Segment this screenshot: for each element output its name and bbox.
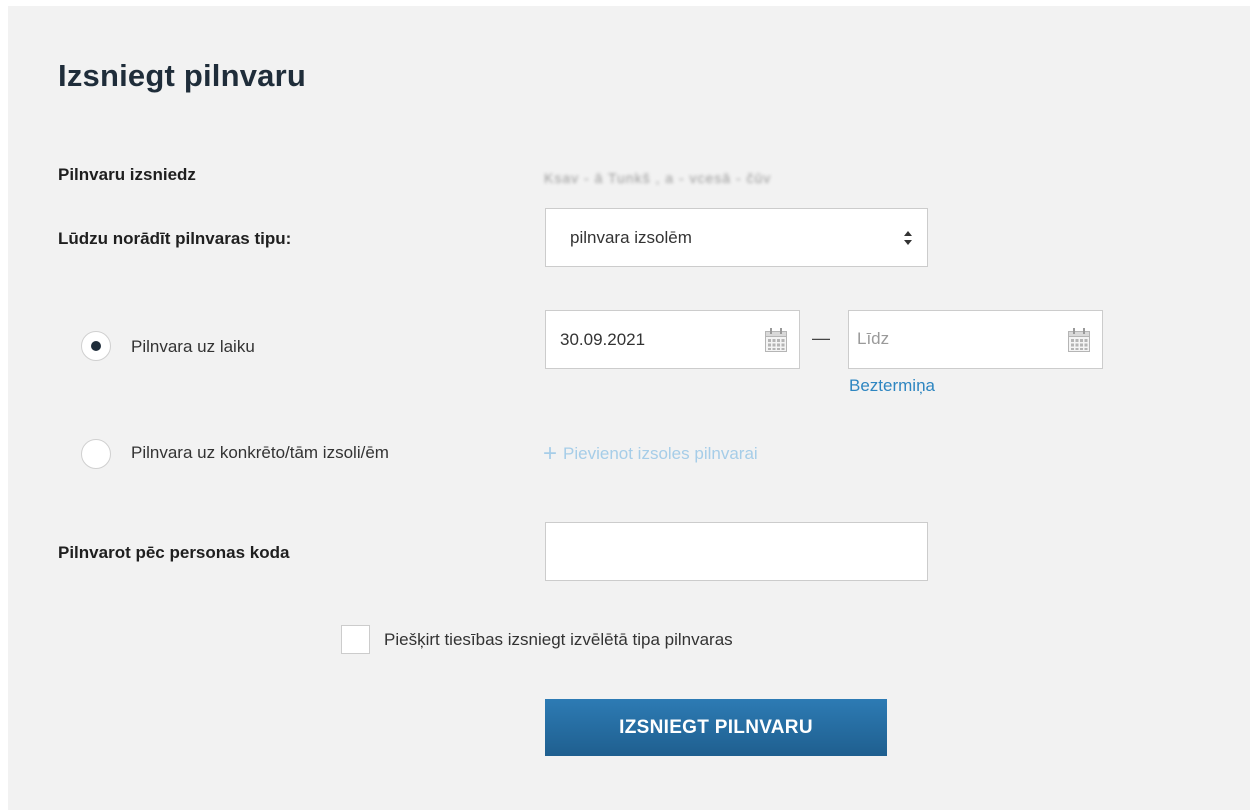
calendar-icon[interactable]	[764, 327, 788, 353]
radio-time-period-label: Pilnvara uz laiku	[131, 337, 255, 356]
page-title: Izsniegt pilnvaru	[58, 58, 306, 93]
grant-rights-checkbox-label: Piešķirt tiesības izsniegt izvēlētā tipa…	[384, 630, 733, 649]
sort-arrows-icon	[904, 231, 912, 245]
date-from-value: 30.09.2021	[560, 330, 646, 349]
plus-icon: +	[543, 440, 558, 467]
calendar-icon[interactable]	[1067, 327, 1091, 353]
date-to-field[interactable]	[848, 310, 1103, 369]
radio-selected-dot	[91, 341, 101, 351]
authorization-type-label: Lūdzu norādīt pilnvaras tipu:	[58, 229, 292, 248]
grant-rights-checkbox[interactable]	[341, 625, 370, 654]
indefinite-link[interactable]: Beztermiņa	[849, 376, 935, 396]
personal-code-input[interactable]	[545, 522, 928, 581]
date-range-separator: —	[812, 328, 830, 348]
authorization-type-selected-value: pilnvara izsolēm	[570, 228, 692, 247]
authorization-form-panel	[8, 6, 1250, 810]
date-to-input[interactable]	[857, 325, 1037, 353]
issuer-label: Pilnvaru izsniedz	[58, 165, 196, 184]
issue-authorization-button[interactable]: IZSNIEGT PILNVARU	[545, 699, 887, 756]
authorization-type-select[interactable]: pilnvara izsolēm	[545, 208, 928, 267]
radio-specific-auctions[interactable]	[81, 439, 111, 469]
radio-time-period[interactable]	[81, 331, 111, 361]
issuer-value: Ksav - ā Tunkš , a - vcesā - čūv	[544, 170, 772, 186]
add-auction-link[interactable]: + Pievienot izsoles pilnvarai	[543, 440, 758, 468]
personal-code-label: Pilnvarot pēc personas koda	[58, 543, 290, 562]
date-from-field[interactable]: 30.09.2021	[545, 310, 800, 369]
add-auction-link-label: Pievienot izsoles pilnvarai	[563, 444, 758, 463]
radio-specific-auctions-label: Pilnvara uz konkrēto/tām izsoli/ēm	[131, 443, 389, 462]
